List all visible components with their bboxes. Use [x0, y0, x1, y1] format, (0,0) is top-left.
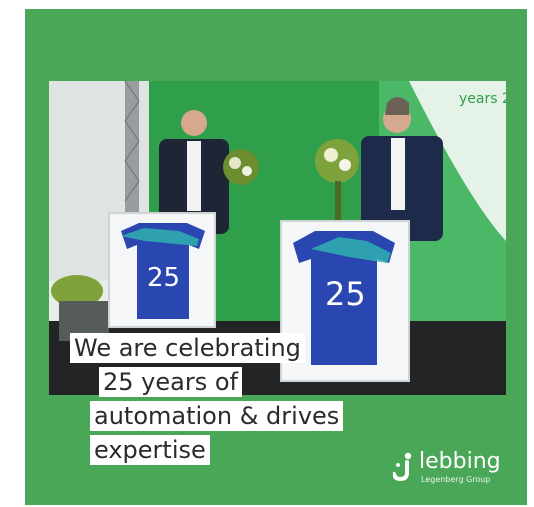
jersey-left-number: 25	[147, 263, 180, 293]
lebbing-logo: lebbing Legenberg Group	[393, 449, 517, 489]
logo-wordmark: lebbing	[419, 449, 501, 474]
banner-text: years 25	[459, 91, 506, 107]
jersey-right-number: 25	[325, 275, 366, 313]
bouquet-right	[315, 139, 359, 183]
person-right-shirt	[391, 138, 405, 210]
logo-tagline: Legenberg Group	[421, 475, 491, 484]
caption-line-2: 25 years of	[99, 367, 242, 397]
social-post-card: years 25 25 We are celebrating 25 years …	[25, 9, 527, 505]
caption-line-3: automation & drives	[90, 401, 344, 431]
caption-line-1: We are celebrating	[70, 333, 305, 363]
lebbing-logo-icon	[393, 452, 412, 481]
person-left-shirt	[187, 141, 201, 211]
caption-line-4: expertise	[90, 435, 210, 465]
person-left-head	[181, 110, 207, 136]
bouquet-left	[223, 149, 259, 185]
